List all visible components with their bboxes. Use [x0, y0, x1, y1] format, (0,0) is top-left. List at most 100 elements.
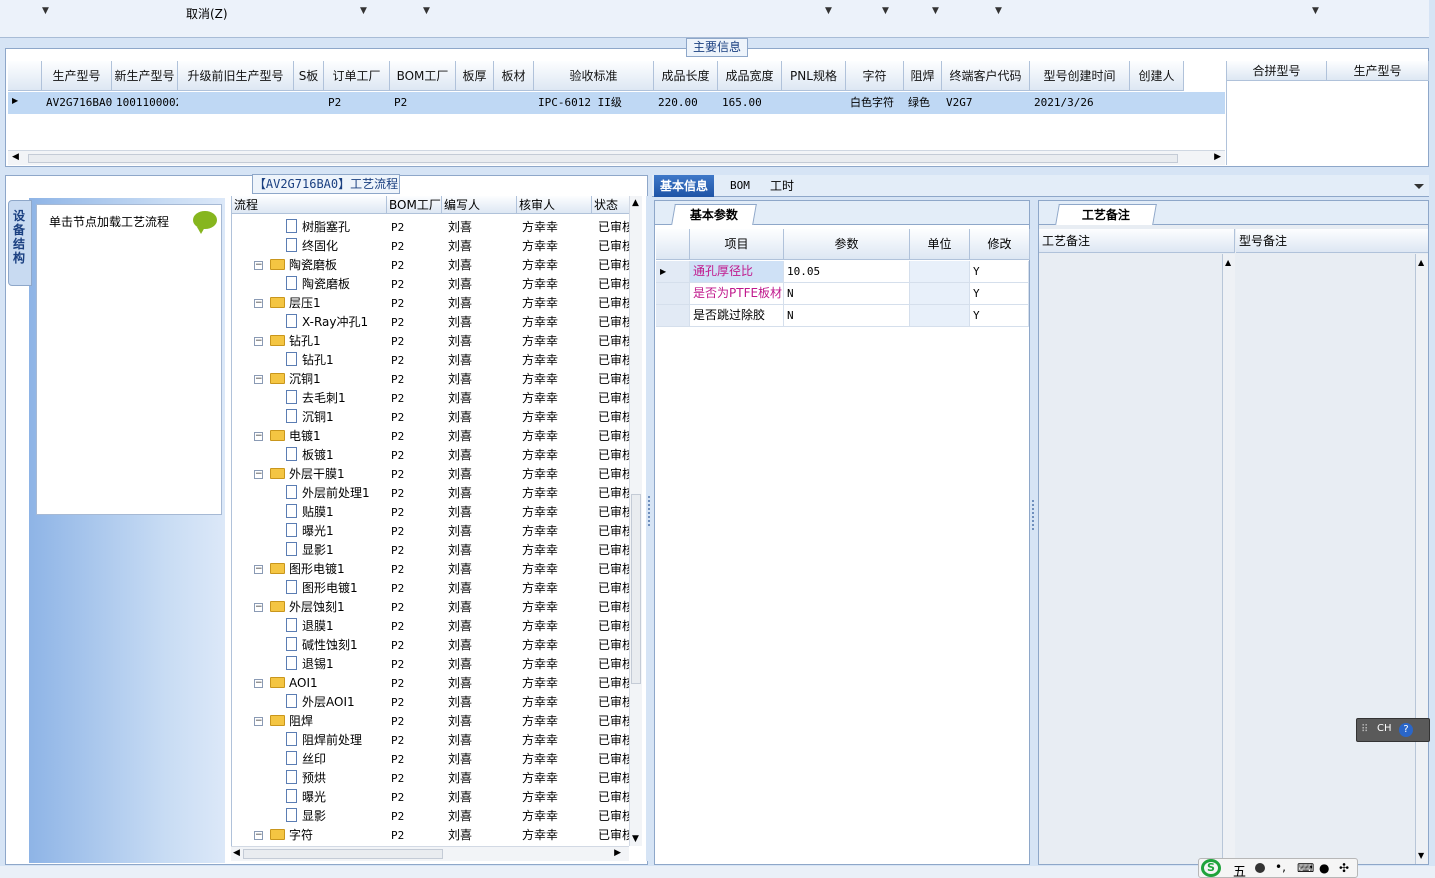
tree-row[interactable]: 板镀1 P2 刘喜 方幸幸 已审核: [232, 446, 632, 465]
column-header[interactable]: 型号创建时间: [1030, 61, 1130, 91]
tree-row[interactable]: − 陶瓷磨板 P2 刘喜 方幸幸 已审核: [232, 256, 632, 275]
taskbar-ime-bar[interactable]: S 五 •, ⌨ ● ✣: [1198, 858, 1358, 878]
ime-mode-label[interactable]: 五: [1233, 861, 1246, 878]
column-header[interactable]: 参数: [784, 229, 910, 260]
tree-row[interactable]: − 外层蚀刻1 P2 刘喜 方幸幸 已审核: [232, 598, 632, 617]
chevron-down-icon[interactable]: ▼: [1312, 6, 1319, 16]
tree-node-name[interactable]: 陶瓷磨板: [286, 275, 387, 294]
scroll-left-icon[interactable]: ◀: [233, 848, 240, 858]
tree-node-name[interactable]: 钻孔1: [270, 332, 387, 351]
tree-row[interactable]: 曝光1 P2 刘喜 方幸幸 已审核: [232, 522, 632, 541]
column-header[interactable]: 升级前旧生产型号: [178, 61, 294, 91]
column-header[interactable]: 成品长度: [654, 61, 718, 91]
chevron-down-icon[interactable]: [1414, 184, 1424, 189]
scroll-right-icon[interactable]: ▶: [1214, 152, 1221, 162]
tab-basic-params[interactable]: 基本参数: [671, 204, 757, 225]
tree-row[interactable]: − 阻焊 P2 刘喜 方幸幸 已审核: [232, 712, 632, 731]
tree-node-name[interactable]: 外层AOI1: [286, 693, 387, 712]
tree-row[interactable]: 树脂塞孔 P2 刘喜 方幸幸 已审核: [232, 218, 632, 237]
tree-node-name[interactable]: 树脂塞孔: [286, 218, 387, 237]
tree-node-name[interactable]: 曝光1: [286, 522, 387, 541]
tree-row[interactable]: 丝印 P2 刘喜 方幸幸 已审核: [232, 750, 632, 769]
column-header[interactable]: 项目: [690, 229, 784, 260]
tree-row[interactable]: − 图形电镀1 P2 刘喜 方幸幸 已审核: [232, 560, 632, 579]
tree-row[interactable]: 终固化 P2 刘喜 方幸幸 已审核: [232, 237, 632, 256]
chevron-down-icon[interactable]: ▼: [825, 6, 832, 16]
scrollbar-thumb[interactable]: [243, 849, 443, 859]
sogou-logo-icon[interactable]: S: [1201, 859, 1221, 877]
param-unit-cell[interactable]: [910, 261, 970, 282]
tree-row[interactable]: 外层AOI1 P2 刘喜 方幸幸 已审核: [232, 693, 632, 712]
column-header[interactable]: S板: [294, 61, 324, 91]
tree-row[interactable]: 退膜1 P2 刘喜 方幸幸 已审核: [232, 617, 632, 636]
chevron-down-icon[interactable]: ▼: [882, 6, 889, 16]
collapse-toggle-icon[interactable]: −: [254, 717, 263, 726]
column-header[interactable]: 板厚: [456, 61, 494, 91]
tree-row[interactable]: − 沉铜1 P2 刘喜 方幸幸 已审核: [232, 370, 632, 389]
scroll-up-icon[interactable]: ▲: [632, 198, 639, 208]
splitter[interactable]: [646, 196, 652, 861]
tree-node-name[interactable]: 层压1: [270, 294, 387, 313]
column-header[interactable]: 单位: [910, 229, 970, 260]
param-item-cell[interactable]: 是否跳过除胶: [690, 305, 784, 326]
collapse-toggle-icon[interactable]: −: [254, 375, 263, 384]
process-remark-textarea[interactable]: [1039, 254, 1223, 864]
tree-row[interactable]: 碱性蚀刻1 P2 刘喜 方幸幸 已审核: [232, 636, 632, 655]
table-cell[interactable]: [1130, 92, 1184, 114]
column-header[interactable]: 成品宽度: [718, 61, 782, 91]
table-cell[interactable]: AV2G716BA0: [42, 92, 112, 114]
table-cell[interactable]: 220.00: [654, 92, 718, 114]
scroll-up-icon[interactable]: ▲: [1418, 258, 1424, 267]
param-param-cell[interactable]: 10.05: [784, 261, 910, 282]
tree-row[interactable]: − 钻孔1 P2 刘喜 方幸幸 已审核: [232, 332, 632, 351]
side-tab-equipment[interactable]: 设备结构: [8, 200, 32, 286]
param-unit-cell[interactable]: [910, 305, 970, 326]
chevron-down-icon[interactable]: ▼: [423, 6, 430, 16]
tree-node-name[interactable]: 去毛刺1: [286, 389, 387, 408]
splitter[interactable]: [1030, 200, 1036, 865]
collapse-toggle-icon[interactable]: −: [254, 470, 263, 479]
tree-row[interactable]: − AOI1 P2 刘喜 方幸幸 已审核: [232, 674, 632, 693]
tree-node-name[interactable]: 陶瓷磨板: [270, 256, 387, 275]
collapse-toggle-icon[interactable]: −: [254, 565, 263, 574]
table-cell[interactable]: [494, 92, 534, 114]
tree-node-name[interactable]: 阻焊: [270, 712, 387, 731]
tree-node-name[interactable]: 显影1: [286, 541, 387, 560]
table-cell[interactable]: 10011000029219: [112, 92, 178, 114]
row-header[interactable]: [656, 283, 690, 304]
punctuation-icon[interactable]: •,: [1275, 860, 1286, 874]
tree-row[interactable]: 曝光 P2 刘喜 方幸幸 已审核: [232, 788, 632, 807]
param-edit-cell[interactable]: Y: [970, 305, 1029, 326]
collapse-toggle-icon[interactable]: −: [254, 299, 263, 308]
collapse-toggle-icon[interactable]: −: [254, 337, 263, 346]
tab-process-remark[interactable]: 工艺备注: [1055, 204, 1157, 225]
tree-node-name[interactable]: 退膜1: [286, 617, 387, 636]
tab-work-hours[interactable]: 工时: [764, 175, 800, 197]
chevron-down-icon[interactable]: ▼: [932, 6, 939, 16]
tree-node-name[interactable]: 电镀1: [270, 427, 387, 446]
collapse-toggle-icon[interactable]: −: [254, 261, 263, 270]
vertical-scrollbar[interactable]: ▲ ▼: [1416, 254, 1428, 864]
scrollbar-thumb[interactable]: [631, 494, 641, 684]
tree-row[interactable]: 钻孔1 P2 刘喜 方幸幸 已审核: [232, 351, 632, 370]
collapse-toggle-icon[interactable]: −: [254, 432, 263, 441]
collapse-toggle-icon[interactable]: −: [254, 831, 263, 840]
column-header[interactable]: 状态: [592, 196, 632, 214]
column-header[interactable]: PNL规格: [782, 61, 846, 91]
tree-node-name[interactable]: X-Ray冲孔1: [286, 313, 387, 332]
scrollbar-thumb[interactable]: [28, 154, 1178, 163]
tab-basic-info[interactable]: 基本信息: [654, 175, 715, 197]
tree-node-name[interactable]: 图形电镀1: [286, 579, 387, 598]
param-unit-cell[interactable]: [910, 283, 970, 304]
grid-icon[interactable]: ✣: [1339, 861, 1349, 875]
splitter-grip[interactable]: [648, 496, 650, 526]
splitter-grip[interactable]: [1032, 500, 1034, 530]
table-cell[interactable]: 白色字符: [846, 92, 904, 114]
tree-node-name[interactable]: 碱性蚀刻1: [286, 636, 387, 655]
tree-node-name[interactable]: 外层前处理1: [286, 484, 387, 503]
tree-node-name[interactable]: AOI1: [270, 674, 387, 693]
column-header[interactable]: 终端客户代码: [942, 61, 1030, 91]
column-header[interactable]: 生产型号: [42, 61, 112, 91]
tree-row[interactable]: 退锡1 P2 刘喜 方幸幸 已审核: [232, 655, 632, 674]
param-edit-cell[interactable]: Y: [970, 261, 1029, 282]
